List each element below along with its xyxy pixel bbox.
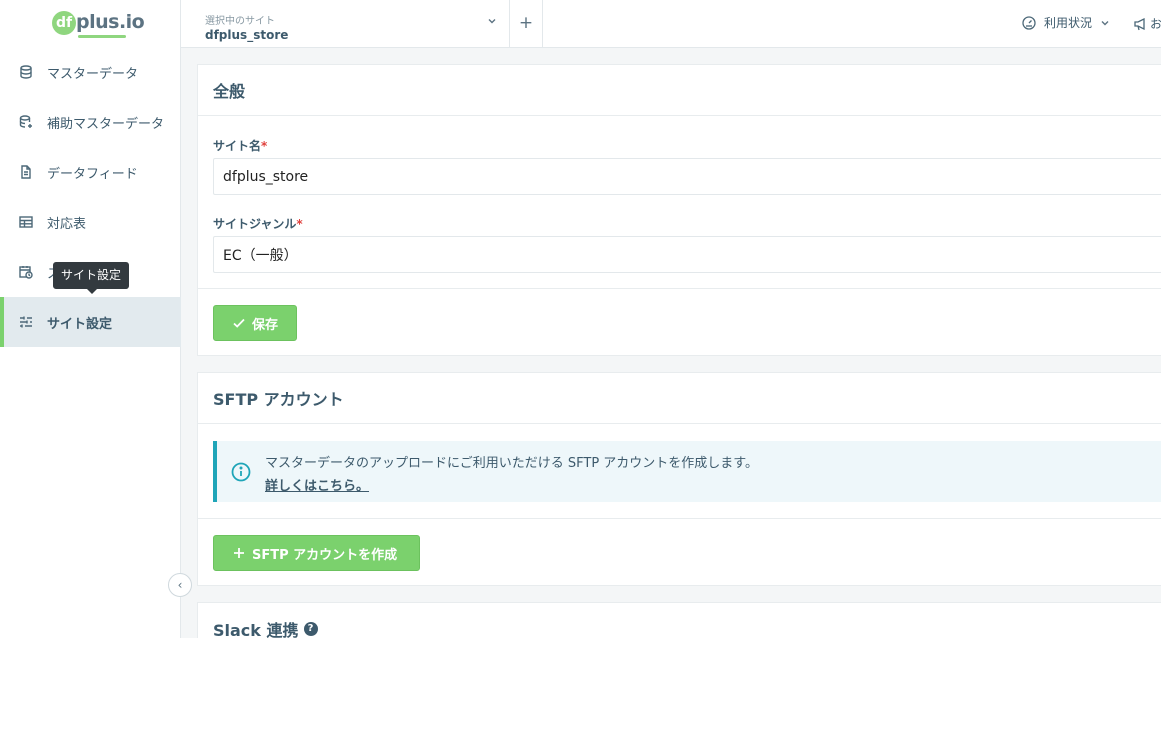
- sidebar-item-label: マスターデータ: [47, 66, 139, 82]
- sidebar-item-label: 対応表: [47, 216, 87, 232]
- info-icon: [231, 462, 251, 482]
- table-icon: [19, 216, 33, 228]
- chevron-left-icon: ‹: [177, 578, 183, 592]
- app-root: df plus.io マスターデータ 補助マスターデータ データフィード 対応表…: [0, 0, 1161, 638]
- site-selector-caption: 選択中のサイト: [205, 16, 275, 27]
- calendar-clock-icon: [19, 266, 33, 279]
- usage-menu[interactable]: 利用状況: [1022, 14, 1110, 31]
- announcements-label: お: [1150, 17, 1161, 31]
- slack-card-title-text: Slack 連携: [213, 620, 299, 639]
- sidebar-item-sub-master-data[interactable]: 補助マスターデータ: [0, 97, 181, 147]
- check-icon: [233, 318, 245, 328]
- site-selector-value: dfplus_store: [205, 28, 289, 42]
- site-genre-label: サイトジャンル*: [213, 215, 303, 232]
- sftp-account-card: SFTP アカウント マスターデータのアップロードにご利用いただける SFTP …: [197, 372, 1161, 586]
- general-card-title: 全般: [198, 65, 1161, 116]
- site-name-label-text: サイト名: [213, 139, 262, 153]
- help-icon[interactable]: ?: [303, 621, 318, 636]
- database-add-icon: [19, 115, 32, 128]
- site-genre-label-text: サイトジャンル: [213, 217, 297, 231]
- logo-text: plus.io: [76, 11, 145, 33]
- add-site-button[interactable]: +: [510, 0, 543, 47]
- sidebar-collapse-button[interactable]: ‹: [168, 573, 192, 597]
- save-button[interactable]: 保存: [213, 305, 297, 341]
- sftp-info-text: マスターデータのアップロードにご利用いただける SFTP アカウントを作成します…: [265, 456, 758, 471]
- sftp-learn-more-link[interactable]: 詳しくはこちら。: [265, 475, 369, 494]
- create-sftp-button-label: SFTP アカウントを作成: [252, 547, 398, 563]
- required-mark: *: [296, 217, 303, 231]
- sliders-icon: [20, 316, 32, 328]
- sidebar-nav: マスターデータ 補助マスターデータ データフィード 対応表 サイト設定: [0, 47, 181, 347]
- plus-icon: [234, 548, 244, 558]
- logo[interactable]: df plus.io: [52, 9, 145, 39]
- announcements-menu[interactable]: お: [1134, 15, 1161, 32]
- site-genre-select[interactable]: EC（一般）: [213, 236, 1161, 273]
- sidebar-item-mapping-table[interactable]: 対応表: [0, 197, 181, 247]
- sidebar-item-site-settings[interactable]: サイト設定: [0, 297, 181, 347]
- create-sftp-account-button[interactable]: SFTP アカウントを作成: [213, 535, 420, 571]
- site-selector[interactable]: 選択中のサイト dfplus_store: [181, 0, 510, 47]
- chevron-down-icon: [1101, 20, 1109, 25]
- plus-icon: +: [518, 13, 534, 33]
- sftp-card-title: SFTP アカウント: [198, 373, 1161, 424]
- general-settings-card: 全般 サイト名* dfplus_store サイトジャンル* EC（一般） 保存: [197, 64, 1161, 356]
- sidebar-item-label: データフィード: [47, 166, 138, 182]
- top-header: 選択中のサイト dfplus_store + 利用状況 お: [181, 0, 1161, 48]
- site-name-field[interactable]: dfplus_store: [213, 158, 1161, 195]
- sftp-info-box: マスターデータのアップロードにご利用いただける SFTP アカウントを作成します…: [213, 441, 1161, 502]
- logo-underline: [78, 35, 126, 38]
- gauge-icon: [1022, 15, 1036, 30]
- chevron-down-icon: [488, 19, 496, 24]
- sidebar-item-label: 補助マスターデータ: [47, 116, 165, 132]
- save-button-label: 保存: [252, 317, 279, 333]
- database-icon: [20, 65, 32, 79]
- usage-label: 利用状況: [1044, 16, 1093, 30]
- logo-mark: df: [52, 11, 76, 35]
- sidebar-item-data-feed[interactable]: データフィード: [0, 147, 181, 197]
- file-icon: [21, 165, 31, 179]
- site-name-label: サイト名*: [213, 137, 267, 154]
- slack-card-title: Slack 連携 ?: [198, 603, 1161, 638]
- sidebar: df plus.io マスターデータ 補助マスターデータ データフィード 対応表…: [0, 0, 181, 638]
- site-genre-value: EC（一般）: [223, 247, 298, 264]
- divider: [198, 518, 1161, 519]
- sidebar-item-master-data[interactable]: マスターデータ: [0, 47, 181, 97]
- site-name-value: dfplus_store: [223, 168, 309, 185]
- divider: [198, 288, 1161, 289]
- sidebar-item-label: サイト設定: [47, 316, 113, 332]
- required-mark: *: [261, 139, 268, 153]
- tooltip-site-settings: サイト設定: [53, 262, 130, 294]
- slack-integration-card: Slack 連携 ?: [197, 602, 1161, 638]
- megaphone-icon: [1134, 17, 1145, 30]
